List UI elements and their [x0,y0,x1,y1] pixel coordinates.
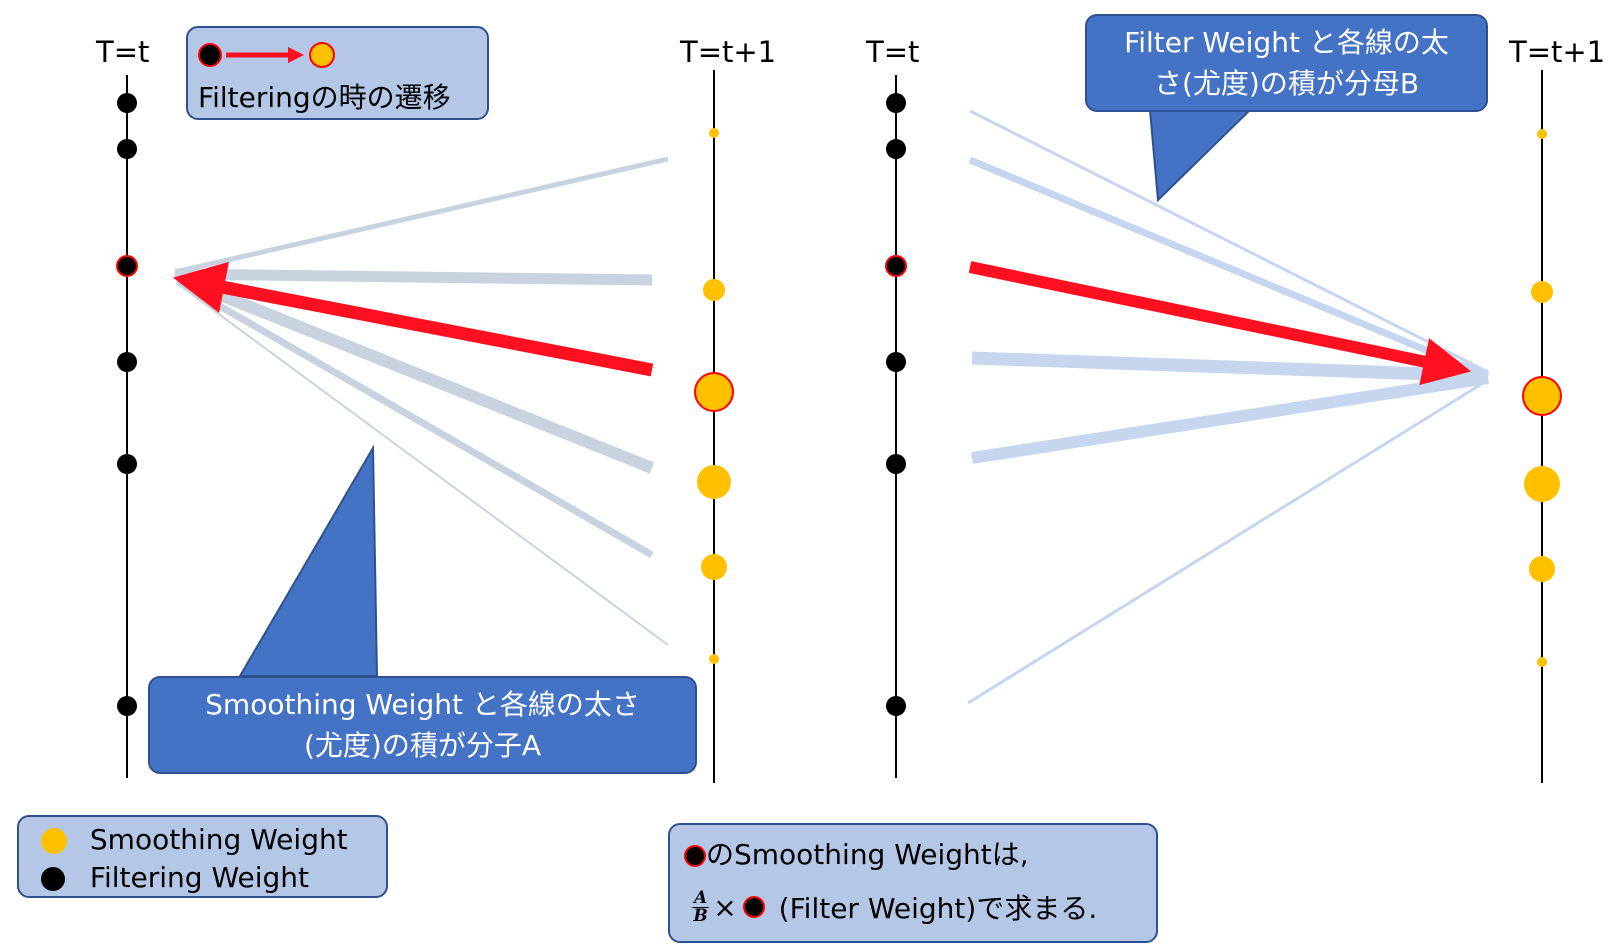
fraction-denominator: B [693,905,708,926]
right-transition-line [967,378,1489,705]
smoothing-particle [701,554,727,580]
filter-particle-highlighted [885,255,907,277]
filter-particle [886,139,906,159]
filtering-transition-label: Filteringの時の遷移 [198,81,451,114]
transition-arrow-icon [198,42,335,68]
formula-line2-text: (Filter Weight)で求まる. [778,892,1098,925]
right-transition-line [969,109,1489,374]
smoothing-particle [1529,556,1555,582]
filtering-transition-box: Filteringの時の遷移 [186,26,489,120]
filtering-dot-icon [41,867,65,891]
fraction-numerator: A [692,887,710,908]
weight-legend: Smoothing Weight Filtering Weight [17,815,388,898]
left-transition-line [175,272,655,474]
right-transition-line [971,372,1489,464]
smoothing-particle [703,279,725,301]
left-transition-line [174,268,653,286]
legend-item-smoothing: Smoothing Weight [41,823,348,856]
highlighted-filter-dot-icon [684,845,706,867]
left-callout: Smoothing Weight と各線の太さ (尤度)の積が分子A [148,676,697,774]
filter-particle [117,93,137,113]
left-highlight-arrow [173,261,654,377]
left-callout-pointer [238,444,379,677]
filter-particle [117,352,137,372]
right-panel [885,70,1562,783]
left-time-label-t: T=t [96,35,150,69]
left-transition-lines [174,156,669,646]
filter-particle [886,93,906,113]
smoothing-particle-highlighted [1522,376,1562,416]
smoothing-particle [709,128,719,138]
smoothing-particle [1524,466,1560,502]
right-transition-lines [967,109,1490,705]
formula-box: のSmoothing Weightは, A B × (Filter Weight… [668,823,1158,943]
left-callout-line1: Smoothing Weight と各線の太さ [205,688,640,721]
right-callout-line2: さ(尤度)の積が分母B [1153,67,1420,100]
left-time-label-t1: T=t+1 [680,35,777,69]
times-sign: × [713,890,737,924]
left-callout-line2: (尤度)の積が分子A [303,729,541,762]
right-callout-pointer [1148,109,1253,203]
smoothing-particle-highlighted [694,372,734,412]
fraction-a-over-b: A B [692,887,710,926]
right-callout-line1: Filter Weight と各線の太 [1124,26,1449,59]
formula-line2: A B × (Filter Weight)で求まる. [692,887,1097,927]
left-transition-line [177,283,669,646]
formula-line1-text: のSmoothing Weightは, [706,838,1029,871]
right-transition-line [968,156,1490,380]
filter-particle [886,696,906,716]
smoothing-particle [709,654,719,664]
right-time-label-t: T=t [866,35,920,69]
legend-smoothing-label: Smoothing Weight [89,823,348,856]
right-time-label-t1: T=t+1 [1509,35,1606,69]
legend-filtering-label: Filtering Weight [89,861,309,894]
smoothing-particle [1537,129,1547,139]
filter-particle-highlighted [116,255,138,277]
filter-particle [117,454,137,474]
formula-line1: のSmoothing Weightは, [684,833,1029,873]
legend-item-filtering: Filtering Weight [41,861,309,894]
right-callout: Filter Weight と各線の太 さ(尤度)の積が分母B [1085,14,1488,112]
left-transition-line [174,156,669,275]
filter-particle [117,139,137,159]
smoothing-particle [697,465,731,499]
filter-particle [886,454,906,474]
smoothing-particle [1531,281,1553,303]
smoothing-particle [1537,657,1547,667]
filter-particle [886,352,906,372]
highlighted-filter-dot-icon [742,896,765,918]
diagram-canvas [116,70,1562,783]
smoothing-dot-icon [41,828,67,854]
filter-particle [117,696,137,716]
